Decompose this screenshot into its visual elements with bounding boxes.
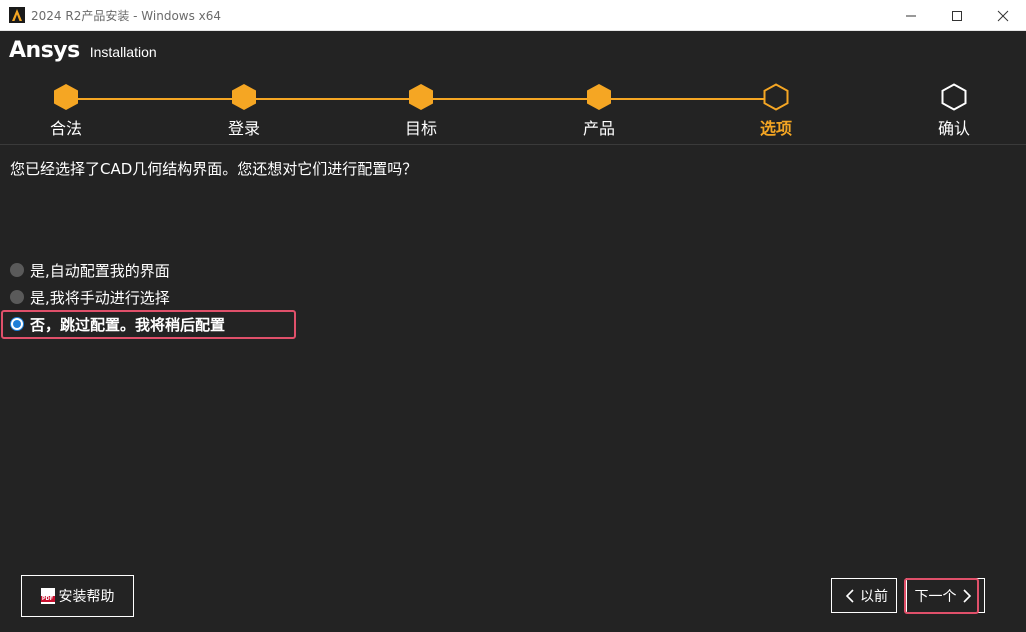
ansys-app-icon: [9, 7, 25, 23]
step-legal: 合法: [6, 83, 126, 139]
close-icon: [997, 10, 1009, 21]
configuration-question: 您已经选择了CAD几何结构界面。您还想对它们进行配置吗？: [10, 160, 418, 178]
step-label: 确认: [937, 119, 970, 138]
hexagon-filled-icon: [409, 84, 433, 110]
title-bar: 2024 R2产品安装 - Windows x64: [0, 0, 1026, 31]
step-label: 合法: [49, 119, 82, 138]
hexagon-outline-icon: [941, 83, 967, 111]
radio-button[interactable]: [10, 263, 24, 277]
install-help-label: 安装帮助: [58, 589, 115, 605]
option-label: 是,自动配置我的界面: [30, 261, 170, 280]
installer-header: Ansys Installation: [0, 31, 1026, 69]
hexagon-filled-icon: [587, 84, 611, 110]
previous-button[interactable]: 以前: [831, 578, 897, 613]
step-label: 目标: [404, 119, 437, 138]
ansys-logo: Ansys Installation: [9, 37, 157, 63]
selection-highlight: [1, 310, 296, 339]
previous-label: 以前: [860, 588, 888, 605]
step-products: 产品: [539, 83, 659, 139]
step-label: 登录: [227, 119, 260, 138]
hexagon-outline-icon: [763, 83, 789, 111]
step-progress: 合法 登录 目标 产品 选项 确认: [0, 69, 1026, 145]
logo-mark: Ansys: [9, 37, 80, 63]
logo-subtitle: Installation: [89, 43, 157, 60]
minimize-button[interactable]: [888, 0, 934, 31]
hexagon-filled-icon: [232, 84, 256, 110]
step-label-current: 选项: [759, 119, 792, 138]
install-help-button[interactable]: PDF 安装帮助: [21, 575, 134, 617]
radio-button[interactable]: [10, 290, 24, 304]
maximize-button[interactable]: [934, 0, 980, 31]
next-button-highlight: [904, 578, 979, 614]
close-button[interactable]: [980, 0, 1026, 31]
minimize-icon: [906, 15, 916, 16]
step-options: 选项: [716, 83, 836, 139]
pdf-icon: PDF: [40, 588, 55, 604]
maximize-icon: [952, 10, 962, 21]
hexagon-filled-icon: [54, 84, 78, 110]
step-destination: 目标: [361, 83, 481, 139]
window-title: 2024 R2产品安装 - Windows x64: [31, 9, 222, 23]
chevron-left-icon: [846, 588, 854, 603]
step-confirm: 确认: [894, 83, 1014, 139]
step-label: 产品: [582, 119, 615, 138]
option-auto-configure[interactable]: 是,自动配置我的界面: [10, 259, 170, 281]
step-login: 登录: [184, 83, 304, 139]
option-label: 是,我将手动进行选择: [30, 288, 170, 307]
option-manual-select[interactable]: 是,我将手动进行选择: [10, 286, 170, 308]
